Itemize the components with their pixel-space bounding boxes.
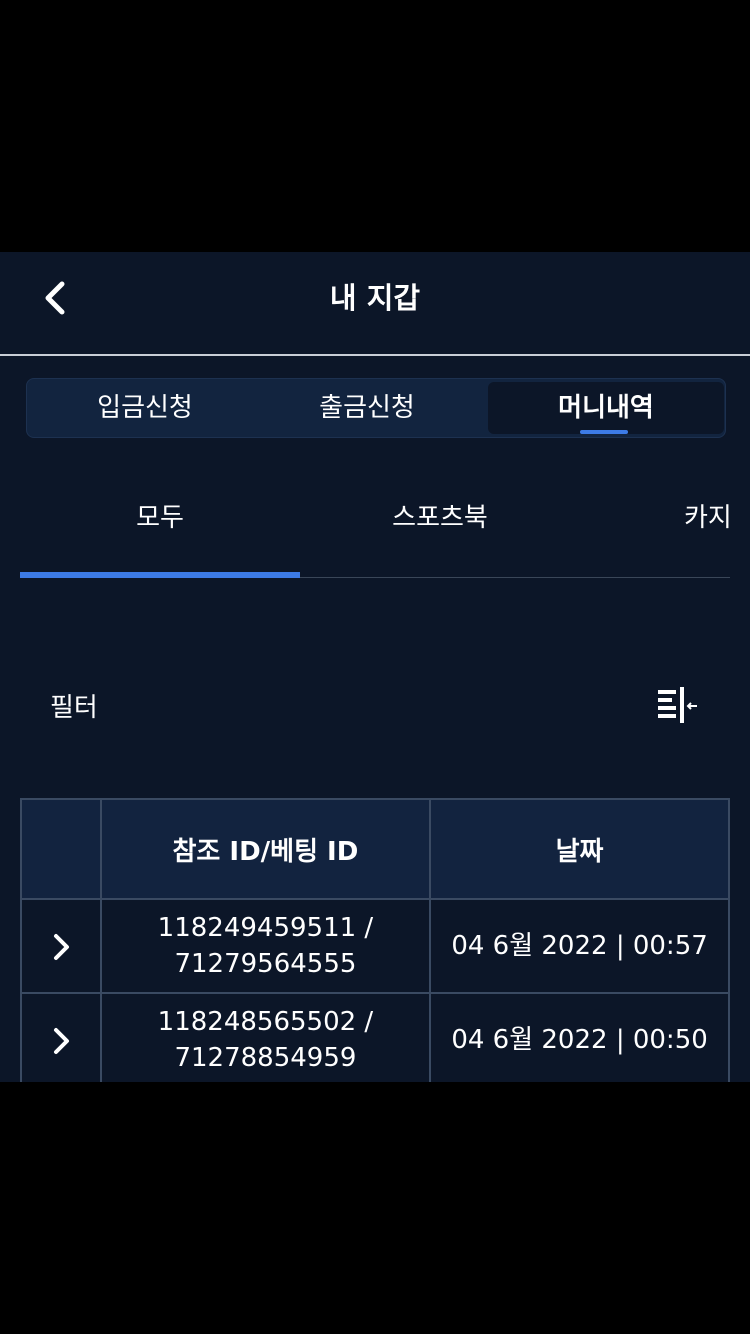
- table-row[interactable]: 118248565502 / 71278854959 04 6월 2022 | …: [20, 992, 730, 1082]
- segment-money-history-label: 머니내역: [558, 393, 654, 423]
- tab-casino[interactable]: 카지: [684, 498, 732, 538]
- expand-cell[interactable]: [20, 992, 102, 1082]
- segment-withdraw-request[interactable]: 출금신청: [249, 382, 485, 434]
- segment-active-underline: [580, 430, 628, 434]
- active-tab-indicator: [20, 572, 300, 578]
- filter-toggle-icon: [658, 687, 697, 723]
- ref-id: 118249459511 /: [157, 913, 374, 943]
- tab-sportsbook[interactable]: 스포츠북: [300, 498, 580, 538]
- date-cell: 04 6월 2022 | 00:50: [429, 992, 730, 1082]
- ref-id-cell: 118249459511 / 71279564555: [99, 898, 432, 994]
- header-date: 날짜: [429, 798, 730, 900]
- chevron-right-icon[interactable]: [47, 1025, 75, 1057]
- ref-id-cell: 118248565502 / 71278854959: [99, 992, 432, 1082]
- app-header: 내 지갑: [0, 252, 750, 356]
- table-row[interactable]: 118249459511 / 71279564555 04 6월 2022 | …: [20, 898, 730, 994]
- expand-cell[interactable]: [20, 898, 102, 994]
- page-title: 내 지갑: [329, 281, 421, 315]
- chevron-right-icon[interactable]: [47, 931, 75, 963]
- bet-id: 71278854959: [174, 1043, 357, 1073]
- segment-deposit-request[interactable]: 입금신청: [27, 382, 263, 434]
- ref-id: 118248565502 /: [157, 1007, 374, 1037]
- header-expand: [20, 798, 102, 900]
- wallet-screen: 내 지갑 입금신청 출금신청 머니내역 모두 스포츠북 카지 필터 참조 ID/…: [0, 252, 750, 1082]
- history-table: 참조 ID/베팅 ID 날짜 118249459511 / 7127956455…: [20, 798, 730, 1082]
- tab-all[interactable]: 모두: [20, 498, 300, 538]
- date-cell: 04 6월 2022 | 00:57: [429, 898, 730, 994]
- category-tabs: 모두 스포츠북 카지: [20, 482, 732, 578]
- filter-button[interactable]: [654, 686, 700, 728]
- wallet-segment-control: 입금신청 출금신청 머니내역: [26, 378, 726, 438]
- table-header-row: 참조 ID/베팅 ID 날짜: [20, 798, 730, 900]
- bet-id: 71279564555: [174, 949, 357, 979]
- segment-money-history[interactable]: 머니내역: [488, 382, 724, 434]
- filter-label[interactable]: 필터: [50, 690, 98, 726]
- header-ref-id: 참조 ID/베팅 ID: [99, 798, 432, 900]
